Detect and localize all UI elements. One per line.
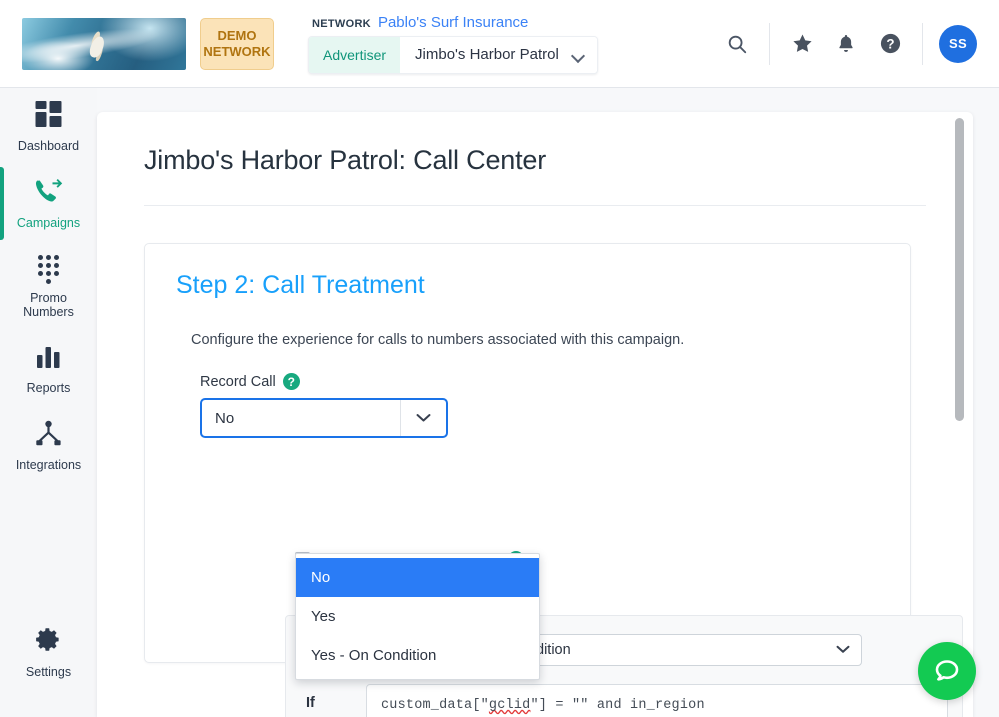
sidebar-item-campaigns[interactable]: Campaigns <box>0 165 97 242</box>
sidebar-item-reports[interactable]: Reports <box>0 331 97 407</box>
avatar[interactable]: SS <box>939 24 977 63</box>
record-call-select-value: No <box>215 409 235 427</box>
network-label: NETWORK <box>312 17 371 30</box>
sidebar-item-label: Settings <box>25 665 72 679</box>
advertiser-select[interactable]: Jimbo's Harbor Patrol <box>400 36 597 73</box>
dropdown-option[interactable]: Yes - On Condition <box>296 636 539 675</box>
chevron-down-icon <box>573 51 584 58</box>
code-prefix: custom_data[" <box>381 698 489 713</box>
sidebar-item-promo-numbers[interactable]: Promo Numbers <box>0 242 97 331</box>
record-call-label: Record Call <box>200 373 276 390</box>
scrollbar-thumb[interactable] <box>955 118 964 421</box>
star-icon[interactable] <box>780 22 824 66</box>
top-header-bar: DEMO NETWORK NETWORK Pablo's Surf Insura… <box>0 0 999 88</box>
bar-chart-icon <box>36 344 62 374</box>
sidebar-item-label: Integrations <box>15 458 82 472</box>
demo-badge-line1: DEMO <box>217 27 257 43</box>
condition-type-select[interactable]: dition <box>522 634 862 666</box>
network-name-link[interactable]: Pablo's Surf Insurance <box>378 14 528 31</box>
help-icon[interactable]: ? <box>868 22 912 66</box>
advertiser-tag-label: Advertiser <box>309 36 401 73</box>
sidebar-item-label-line1: Promo <box>30 291 67 305</box>
bell-icon[interactable] <box>824 22 868 66</box>
brand-area: DEMO NETWORK <box>22 17 274 70</box>
page-title: Jimbo's Harbor Patrol: Call Center <box>144 145 546 175</box>
sidebar-item-label: Campaigns <box>16 216 81 230</box>
condition-code-input[interactable]: custom_data[" gclid "] = "" and in_region <box>366 684 948 717</box>
gear-icon <box>35 626 62 658</box>
record-call-label-row: Record Call ? <box>200 373 910 390</box>
demo-network-badge: DEMO NETWORK <box>200 17 274 70</box>
app-root: DEMO NETWORK NETWORK Pablo's Surf Insura… <box>0 0 999 717</box>
main-content-card: Jimbo's Harbor Patrol: Call Center Step … <box>97 112 973 717</box>
header-divider-2 <box>922 22 923 65</box>
svg-text:?: ? <box>886 36 894 51</box>
sidebar-item-label-line2: Numbers <box>23 305 74 319</box>
sidebar-item-label: Dashboard <box>17 139 80 153</box>
sitemap-icon <box>35 420 62 451</box>
condition-type-value: dition <box>536 642 571 658</box>
dashboard-grid-icon <box>35 101 62 132</box>
panel-description: Configure the experience for calls to nu… <box>191 332 685 348</box>
keypad-dots-icon <box>38 255 59 284</box>
advertiser-select-value: Jimbo's Harbor Patrol <box>415 46 559 63</box>
surfer-wave-logo[interactable] <box>22 17 186 70</box>
sidebar-item-integrations[interactable]: Integrations <box>0 407 97 484</box>
sidebar-item-dashboard[interactable]: Dashboard <box>0 88 97 165</box>
context-switcher-block: NETWORK Pablo's Surf Insurance Advertise… <box>308 14 598 74</box>
dropdown-option[interactable]: No <box>296 558 539 597</box>
advertiser-switcher[interactable]: Advertiser Jimbo's Harbor Patrol <box>308 35 598 74</box>
sidebar-item-settings[interactable]: Settings <box>0 613 97 691</box>
search-icon[interactable] <box>715 22 759 66</box>
chevron-down-icon <box>400 400 446 436</box>
left-sidebar: Dashboard Campaigns Promo Numbers Report… <box>0 88 97 717</box>
chat-bubble-icon[interactable] <box>918 642 976 700</box>
record-call-help-icon[interactable]: ? <box>282 373 300 390</box>
panel-title: Step 2: Call Treatment <box>176 271 425 299</box>
record-call-dropdown-options[interactable]: No Yes Yes - On Condition <box>295 553 540 680</box>
title-divider <box>144 205 926 206</box>
dropdown-option[interactable]: Yes <box>296 597 539 636</box>
sidebar-item-label: Reports <box>26 381 71 395</box>
record-call-select[interactable]: No <box>200 398 448 438</box>
code-misspelled-word: gclid <box>488 698 531 713</box>
header-divider-1 <box>769 22 770 65</box>
header-actions: ? SS <box>715 0 999 87</box>
phone-forward-icon <box>35 178 63 209</box>
chevron-down-icon <box>836 642 850 658</box>
content-scrollbar[interactable] <box>955 112 964 717</box>
demo-badge-line2: NETWORK <box>203 43 271 59</box>
network-line: NETWORK Pablo's Surf Insurance <box>308 14 598 31</box>
if-condition-row: If custom_data[" gclid "] = "" and in_regi… <box>306 684 948 717</box>
if-label: If <box>306 695 315 711</box>
code-suffix: "] = "" and in_region <box>530 698 705 713</box>
